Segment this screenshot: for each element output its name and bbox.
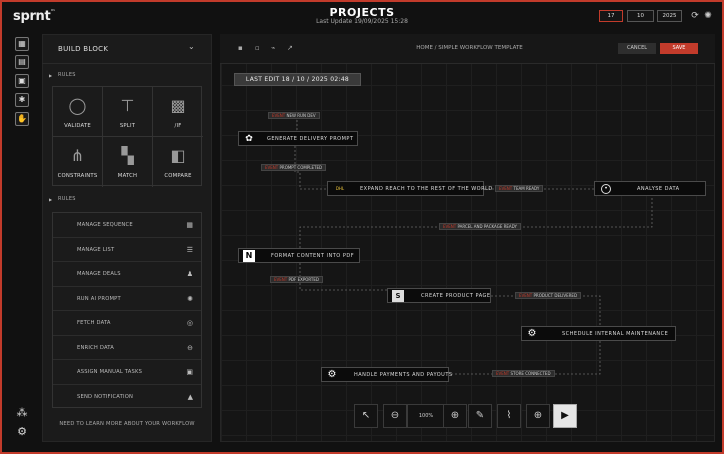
event-badge: EVENT NEW RUN DEV bbox=[268, 112, 320, 119]
node-label: SCHEDULE INTERNAL MAINTENANCE bbox=[562, 331, 669, 337]
event-badge: EVENT STORE CONNECTED bbox=[492, 370, 555, 377]
attach-icon[interactable]: ⌇ bbox=[497, 404, 521, 428]
workflow-node[interactable]: S CREATE PRODUCT PAGE bbox=[387, 288, 491, 303]
zoom-out-icon[interactable]: ⊖ bbox=[383, 404, 407, 428]
node-label: EXPAND REACH TO THE REST OF THE WORLD bbox=[360, 186, 493, 192]
pen-icon[interactable]: ✎ bbox=[468, 404, 492, 428]
workflow-connectors bbox=[294, 120, 653, 375]
analyse-icon: • bbox=[601, 184, 611, 194]
zoom-level: 100% bbox=[407, 404, 445, 428]
pointer-icon[interactable]: ↖ bbox=[354, 404, 378, 428]
connector bbox=[491, 295, 601, 326]
globe-icon[interactable]: ⊕ bbox=[526, 404, 550, 428]
zoom-in-icon[interactable]: ⊕ bbox=[443, 404, 467, 428]
workflow-node[interactable]: N FORMAT CONTENT INTO PDF bbox=[238, 248, 360, 263]
workflow-node[interactable]: ⚙ SCHEDULE INTERNAL MAINTENANCE bbox=[521, 326, 676, 341]
node-label: ANALYSE DATA bbox=[637, 186, 680, 192]
event-badge: EVENT TEAM READY bbox=[495, 185, 544, 192]
notion-icon: N bbox=[243, 250, 255, 262]
openai-icon: ✿ bbox=[245, 134, 253, 144]
event-badge: EVENT PRODUCT DELIVERED bbox=[515, 292, 582, 299]
node-label: HANDLE PAYMENTS AND PAYOUTS bbox=[354, 372, 453, 378]
gear-icon: ⚙ bbox=[527, 328, 537, 339]
node-label: FORMAT CONTENT INTO PDF bbox=[271, 253, 355, 259]
node-label: GENERATE DELIVERY PROMPT bbox=[267, 136, 354, 142]
event-badge: EVENT PDF EXPORTED bbox=[270, 276, 323, 283]
event-badge: EVENT PARCEL AND PACKAGE READY bbox=[439, 223, 521, 230]
event-badge: EVENT PROMPT COMPLETED bbox=[261, 164, 327, 171]
workflow-node[interactable]: DHL EXPAND REACH TO THE REST OF THE WORL… bbox=[327, 181, 492, 196]
play-button[interactable]: ▶ bbox=[553, 404, 577, 428]
workflow-node[interactable]: ⚙ HANDLE PAYMENTS AND PAYOUTS bbox=[321, 367, 452, 382]
shopify-icon: S bbox=[392, 290, 404, 302]
node-label: CREATE PRODUCT PAGE bbox=[421, 293, 491, 299]
dhl-icon: DHL bbox=[335, 186, 345, 191]
gear-icon: ⚙ bbox=[327, 369, 337, 380]
workflow-node[interactable]: • ANALYSE DATA bbox=[594, 181, 706, 196]
workflow-node[interactable]: ✿ GENERATE DELIVERY PROMPT bbox=[238, 131, 358, 146]
